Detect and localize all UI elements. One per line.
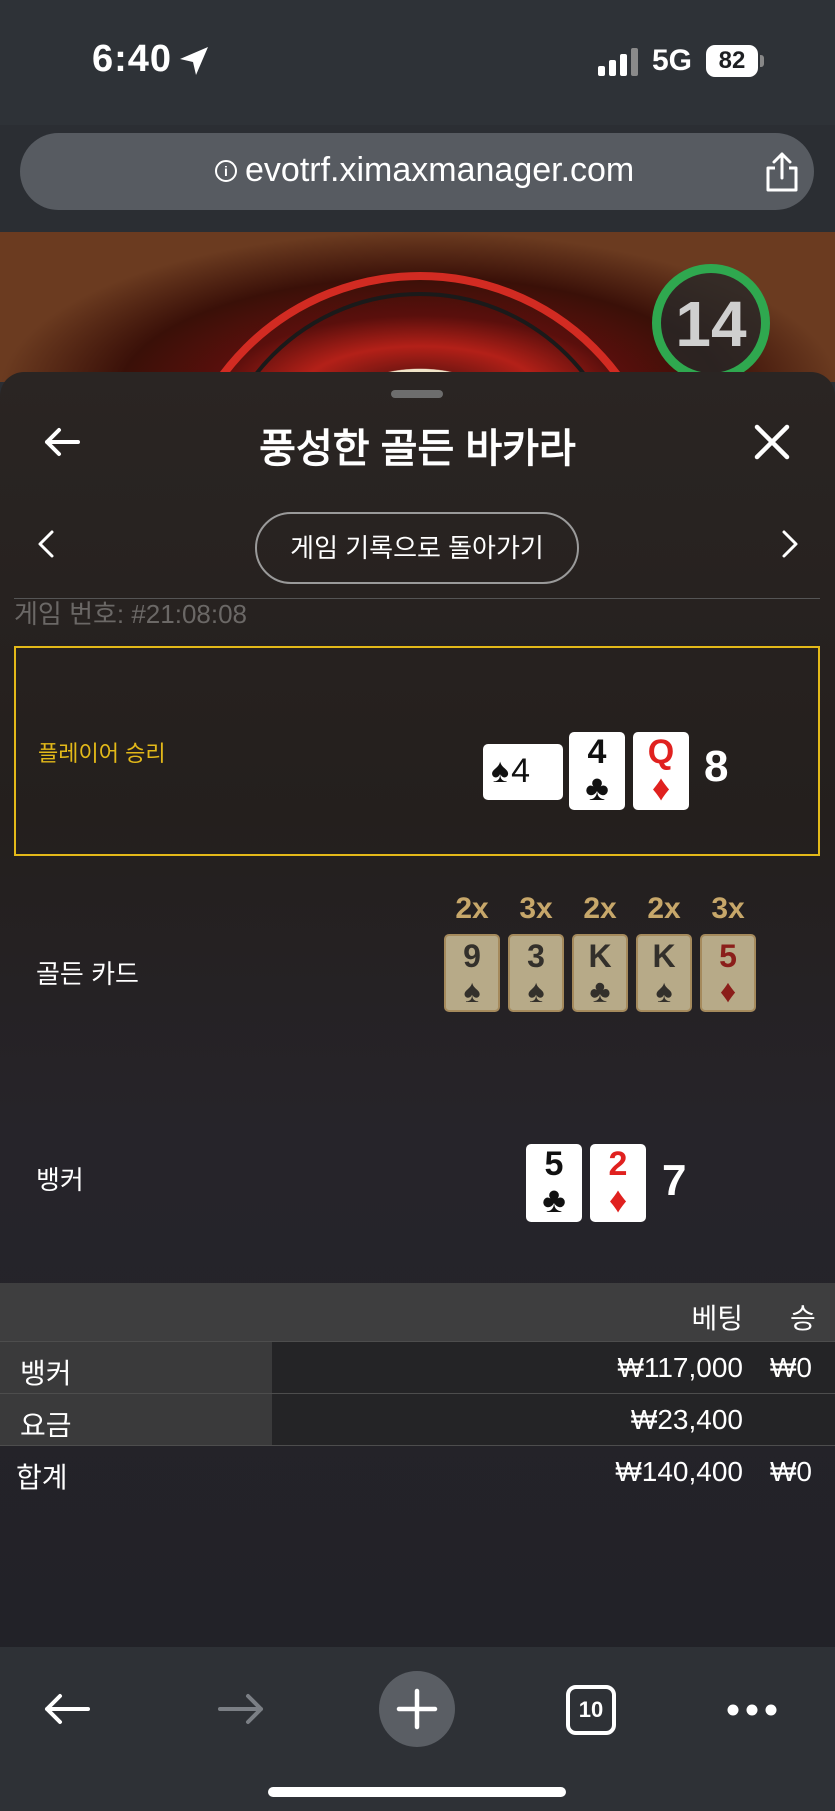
total-amount: ₩140,400: [615, 1456, 743, 1487]
bet-amount: ₩23,400: [630, 1404, 743, 1435]
game-history-sheet: 풍성한 골든 바카라 게임 기록으로 돌아가기 게임 번호: #21:08:08…: [0, 372, 835, 1647]
url-text[interactable]: evotrf.ximaxmanager.com: [245, 151, 634, 190]
banker-label: 뱅커: [36, 1165, 84, 1195]
golden-card-3: K ♣: [572, 934, 628, 1012]
total-win: ₩0: [770, 1456, 812, 1487]
round-timer: 14: [652, 264, 770, 382]
player-score: 8: [704, 742, 729, 791]
golden-card-1: 9 ♠: [444, 934, 500, 1012]
player-card-1: ♠4: [483, 744, 563, 800]
player-result-label: 플레이어 승리: [38, 741, 166, 766]
bet-name: 요금: [20, 1410, 72, 1441]
player-result-row: 플레이어 승리 ♠4 4 ♣ Q ♦ 8: [14, 646, 820, 856]
table-row: 뱅커 ₩117,000 ₩0: [0, 1341, 835, 1393]
browser-toolbar: 10: [0, 1647, 835, 1811]
sheet-title: 풍성한 골든 바카라: [259, 427, 576, 471]
bet-summary-table: 베팅 승 뱅커 ₩117,000 ₩0 요금 ₩23,400 합계 ₩140,4…: [0, 1283, 835, 1647]
golden-card-2: 3 ♠: [508, 934, 564, 1012]
cellular-signal-icon: [598, 48, 638, 76]
status-bar: 6:40 5G 82: [0, 0, 835, 125]
golden-card-5: 5 ♦: [700, 934, 756, 1012]
golden-multiplier: 3x: [711, 892, 745, 925]
location-arrow-icon: [180, 47, 208, 75]
golden-card-row: 골든 카드 2x 9 ♠ 3x 3 ♠ 2x K ♣ 2x K ♠ 3x 5 ♦: [14, 856, 820, 1064]
share-icon[interactable]: [762, 151, 802, 193]
golden-multiplier: 3x: [519, 892, 553, 925]
new-tab-button[interactable]: [379, 1671, 455, 1747]
bet-table-header: 베팅 승: [0, 1283, 835, 1341]
golden-card-4: K ♠: [636, 934, 692, 1012]
golden-multiplier: 2x: [455, 892, 489, 925]
network-type: 5G: [652, 44, 693, 77]
status-time: 6:40: [92, 38, 173, 80]
browser-back-icon[interactable]: [42, 1689, 92, 1729]
timer-value: 14: [675, 288, 747, 360]
next-game-chevron-icon[interactable]: [780, 529, 800, 559]
player-card-3: Q ♦: [633, 732, 689, 810]
banker-card-2: 2 ♦: [590, 1144, 646, 1222]
browser-forward-icon[interactable]: [216, 1689, 266, 1729]
home-indicator[interactable]: [268, 1787, 566, 1797]
table-row: 요금 ₩23,400: [0, 1393, 835, 1445]
address-bar[interactable]: i evotrf.ximaxmanager.com: [20, 133, 814, 210]
header-bet: 베팅: [691, 1303, 743, 1334]
golden-card-label: 골든 카드: [36, 959, 139, 989]
banker-card-1: 5 ♣: [526, 1144, 582, 1222]
site-info-icon[interactable]: i: [215, 160, 237, 182]
bet-total-row: 합계 ₩140,400 ₩0: [0, 1445, 835, 1505]
plus-icon: [396, 1688, 438, 1730]
battery-icon: 82: [706, 45, 764, 77]
header-win: 승: [790, 1303, 816, 1334]
sheet-grabber[interactable]: [391, 390, 443, 398]
more-options-icon[interactable]: [726, 1703, 778, 1717]
total-label: 합계: [16, 1462, 68, 1493]
golden-multiplier: 2x: [647, 892, 681, 925]
player-card-2: 4 ♣: [569, 732, 625, 810]
game-number: 게임 번호: #21:08:08: [14, 599, 248, 629]
previous-game-chevron-icon[interactable]: [36, 529, 56, 559]
banker-result-row: 뱅커 5 ♣ 2 ♦ 7: [14, 1064, 820, 1272]
bet-name: 뱅커: [20, 1358, 72, 1389]
bet-amount: ₩117,000: [617, 1352, 743, 1383]
close-icon[interactable]: [752, 422, 792, 462]
tabs-button[interactable]: 10: [566, 1685, 616, 1735]
back-to-history-button[interactable]: 게임 기록으로 돌아가기: [255, 512, 579, 584]
bet-win: ₩0: [770, 1352, 812, 1383]
battery-level: 82: [718, 47, 746, 74]
banker-score: 7: [662, 1156, 687, 1205]
divider: [14, 598, 820, 599]
golden-multiplier: 2x: [583, 892, 617, 925]
